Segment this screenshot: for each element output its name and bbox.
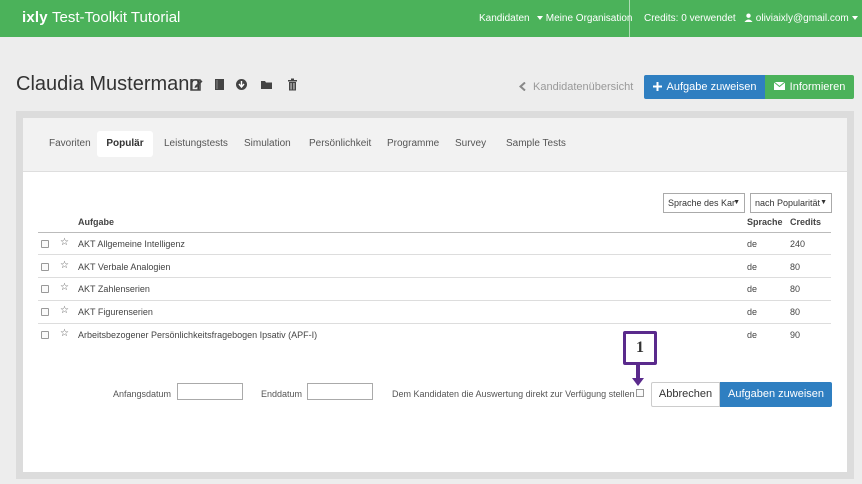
- favorite-star-icon[interactable]: ☆: [60, 328, 69, 339]
- top-navbar: ixly Test-Toolkit Tutorial Kandidaten Me…: [0, 0, 862, 37]
- task-credits: 240: [790, 239, 806, 249]
- favorite-star-icon[interactable]: ☆: [60, 305, 69, 316]
- caret-down-icon: [537, 16, 543, 21]
- download-icon[interactable]: [235, 78, 248, 91]
- cancel-button[interactable]: Abbrechen: [651, 382, 720, 407]
- candidate-name: Claudia Mustermann: [16, 73, 201, 95]
- column-header-language[interactable]: Sprache: [747, 217, 783, 227]
- nav-organisation-label: Meine Organisation: [545, 13, 633, 24]
- row-divider: [38, 300, 831, 301]
- table-header-divider: [38, 232, 831, 233]
- folder-icon[interactable]: [260, 78, 273, 91]
- task-name[interactable]: AKT Verbale Analogien: [78, 262, 170, 272]
- row-checkbox[interactable]: [41, 308, 49, 316]
- task-language: de: [747, 262, 758, 272]
- language-select-value: Sprache des Kar: [668, 198, 736, 208]
- row-checkbox[interactable]: [41, 263, 49, 271]
- sort-select-value: nach Popularität: [755, 198, 821, 208]
- task-name[interactable]: AKT Allgemeine Intelligenz: [78, 239, 185, 249]
- task-language: de: [747, 307, 758, 317]
- row-checkbox[interactable]: [41, 240, 49, 248]
- end-date-input[interactable]: [307, 383, 373, 400]
- task-language: de: [747, 239, 758, 249]
- row-checkbox[interactable]: [41, 285, 49, 293]
- tab-populaer[interactable]: Populär: [97, 131, 153, 157]
- caret-down-icon: [851, 16, 858, 21]
- favorite-star-icon[interactable]: ☆: [60, 282, 69, 293]
- inform-button[interactable]: Informieren: [765, 75, 854, 99]
- arrow-down-icon: [632, 378, 644, 386]
- tab-simulation[interactable]: Simulation: [244, 138, 291, 149]
- tab-persoenlichkeit[interactable]: Persönlichkeit: [309, 138, 371, 149]
- task-language: de: [747, 284, 758, 294]
- end-date-label: Enddatum: [261, 389, 303, 399]
- app-title[interactable]: Test-Toolkit Tutorial: [52, 9, 180, 26]
- nav-user-menu[interactable]: oliviaixly@gmail.com: [744, 13, 858, 24]
- user-icon: [744, 13, 753, 22]
- trash-icon[interactable]: [286, 78, 299, 91]
- edit-icon[interactable]: [190, 78, 203, 91]
- back-link-label: Kandidatenübersicht: [533, 81, 634, 93]
- tutorial-arrow-stem: [636, 365, 640, 379]
- tab-survey[interactable]: Survey: [455, 138, 486, 149]
- task-credits: 80: [790, 262, 801, 272]
- task-name[interactable]: AKT Zahlenserien: [78, 284, 150, 294]
- column-header-credits[interactable]: Credits: [790, 217, 821, 227]
- book-icon[interactable]: [213, 78, 226, 91]
- task-name[interactable]: Arbeitsbezogener Persönlichkeitsfragebog…: [78, 330, 317, 340]
- dropdown-arrow-icon: ▼: [820, 199, 827, 206]
- favorite-star-icon[interactable]: ☆: [60, 260, 69, 271]
- task-list-body: [23, 172, 847, 472]
- sort-select[interactable]: nach Popularität ▼: [750, 193, 832, 213]
- task-name[interactable]: AKT Figurenserien: [78, 307, 153, 317]
- tab-leistungstests[interactable]: Leistungstests: [164, 138, 228, 149]
- back-to-candidates-link[interactable]: Kandidatenübersicht: [518, 81, 634, 93]
- row-divider: [38, 323, 831, 324]
- row-divider: [38, 277, 831, 278]
- start-date-label: Anfangsdatum: [113, 389, 172, 399]
- direct-result-checkbox[interactable]: [636, 389, 644, 397]
- inform-label: Informieren: [789, 81, 846, 93]
- column-header-task[interactable]: Aufgabe: [78, 217, 114, 227]
- assign-task-label: Aufgabe zuweisen: [666, 81, 757, 93]
- plus-icon: [652, 82, 662, 91]
- task-language: de: [747, 330, 758, 340]
- tab-sample-tests[interactable]: Sample Tests: [506, 138, 566, 149]
- chevron-left-icon: [518, 81, 526, 92]
- envelope-icon: [773, 81, 785, 90]
- start-date-input[interactable]: [177, 383, 243, 400]
- tutorial-step-marker: 1: [623, 331, 657, 365]
- favorite-star-icon[interactable]: ☆: [60, 237, 69, 248]
- task-credits: 90: [790, 330, 801, 340]
- brand-logo[interactable]: ixly: [22, 9, 48, 26]
- row-checkbox[interactable]: [41, 331, 49, 339]
- row-divider: [38, 254, 831, 255]
- direct-result-label: Dem Kandidaten die Auswertung direkt zur…: [392, 389, 635, 399]
- nav-organisation[interactable]: Meine Organisation: [537, 13, 633, 24]
- assign-task-button[interactable]: Aufgabe zuweisen: [644, 75, 765, 99]
- tab-programme[interactable]: Programme: [387, 138, 439, 149]
- nav-user-label: oliviaixly@gmail.com: [755, 13, 849, 24]
- language-select[interactable]: Sprache des Kar ▼: [663, 193, 745, 213]
- tab-favoriten[interactable]: Favoriten: [49, 138, 91, 149]
- assign-tasks-button[interactable]: Aufgaben zuweisen: [720, 382, 832, 407]
- dropdown-arrow-icon: ▼: [733, 199, 740, 206]
- nav-credits: Credits: 0 verwendet: [644, 13, 736, 24]
- task-credits: 80: [790, 307, 801, 317]
- nav-kandidaten[interactable]: Kandidaten: [479, 13, 530, 24]
- nav-separator: [629, 0, 630, 37]
- task-credits: 80: [790, 284, 801, 294]
